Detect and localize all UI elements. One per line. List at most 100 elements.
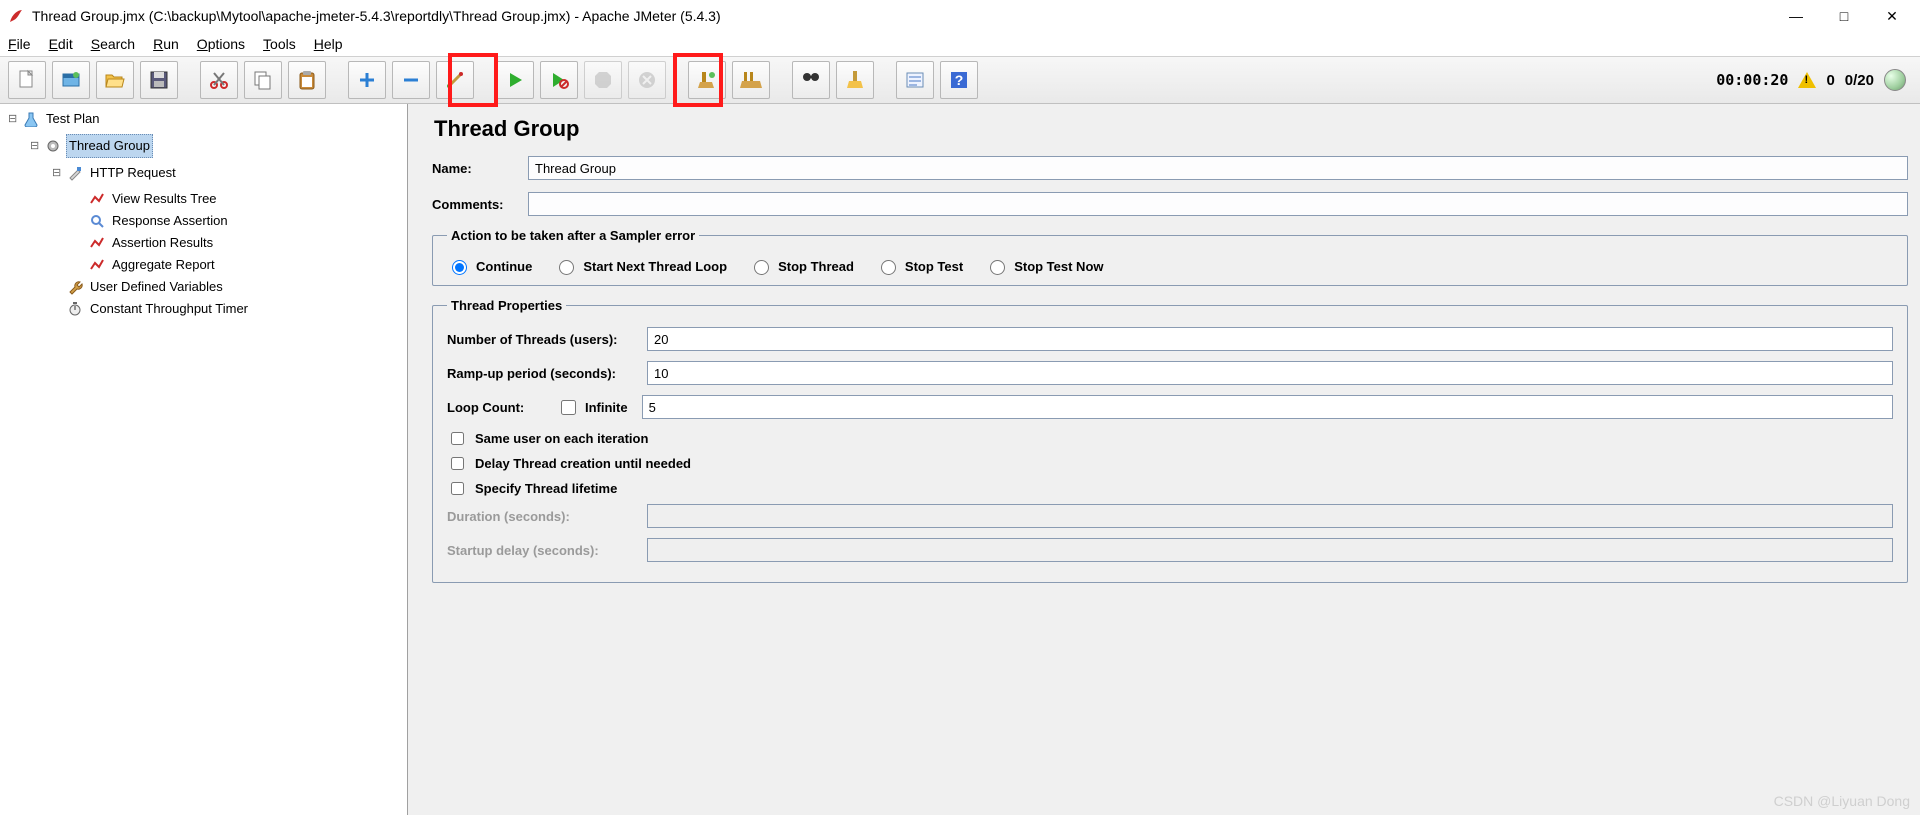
toolbar-status: 00:00:20 0 0/20 — [1716, 69, 1912, 91]
stop-button[interactable] — [584, 61, 622, 99]
lifetime-checkbox[interactable] — [451, 482, 464, 495]
start-button[interactable] — [496, 61, 534, 99]
new-button[interactable] — [8, 61, 46, 99]
maximize-button[interactable]: □ — [1832, 8, 1856, 25]
open-button[interactable] — [96, 61, 134, 99]
tree-aggregate-report[interactable]: Aggregate Report — [74, 254, 405, 276]
tree-label-aggregate-report: Aggregate Report — [110, 254, 217, 276]
gear-icon — [44, 137, 62, 155]
start-no-pauses-button[interactable] — [540, 61, 578, 99]
svg-text:?: ? — [955, 72, 964, 88]
paste-button[interactable] — [288, 61, 326, 99]
delay-creation-label: Delay Thread creation until needed — [475, 456, 691, 471]
tree-response-assertion[interactable]: Response Assertion — [74, 210, 405, 232]
wrench-icon — [66, 278, 84, 296]
tree-label-view-results-tree: View Results Tree — [110, 188, 219, 210]
toggle-button[interactable] — [436, 61, 474, 99]
menu-run-label: un — [163, 36, 179, 52]
collapse-remove-button[interactable] — [392, 61, 430, 99]
magnifier-icon — [88, 212, 106, 230]
menu-options[interactable]: Options — [197, 36, 245, 52]
num-threads-input[interactable] — [647, 327, 1893, 351]
expand-add-button[interactable] — [348, 61, 386, 99]
loop-count-label: Loop Count: — [447, 400, 557, 415]
tree-label-response-assertion: Response Assertion — [110, 210, 230, 232]
ramp-up-label: Ramp-up period (seconds): — [447, 366, 647, 381]
ramp-up-input[interactable] — [647, 361, 1893, 385]
help-button[interactable]: ? — [940, 61, 978, 99]
duration-label: Duration (seconds): — [447, 509, 647, 524]
tree-label-user-defined-variables: User Defined Variables — [88, 276, 225, 298]
menu-search-label: earch — [100, 36, 135, 52]
radio-stop-thread[interactable]: Stop Thread — [749, 257, 854, 275]
infinite-label: Infinite — [585, 400, 628, 415]
tree-test-plan[interactable]: ⊟ Test Plan ⊟ Thread Group ⊟ HTTP Reques… — [8, 108, 405, 320]
templates-button[interactable] — [52, 61, 90, 99]
tree-http-request[interactable]: ⊟ HTTP Request View Results Tree Respons… — [52, 162, 405, 276]
num-threads-label: Number of Threads (users): — [447, 332, 647, 347]
menu-file-label: ile — [17, 36, 31, 52]
tree-label-http-request: HTTP Request — [88, 162, 178, 184]
startup-delay-input — [647, 538, 1893, 562]
loop-count-input[interactable] — [642, 395, 1893, 419]
duration-input — [647, 504, 1893, 528]
menu-run[interactable]: Run — [153, 36, 179, 52]
menu-edit-label: dit — [58, 36, 73, 52]
tree-constant-throughput-timer[interactable]: Constant Throughput Timer — [52, 298, 405, 320]
warning-icon[interactable] — [1798, 72, 1816, 88]
tree-pane[interactable]: ⊟ Test Plan ⊟ Thread Group ⊟ HTTP Reques… — [0, 104, 408, 815]
chart-icon — [88, 234, 106, 252]
toggle-icon[interactable]: ⊟ — [8, 108, 18, 130]
reset-search-button[interactable] — [836, 61, 874, 99]
delay-creation-checkbox[interactable] — [451, 457, 464, 470]
save-button[interactable] — [140, 61, 178, 99]
clear-all-button[interactable] — [732, 61, 770, 99]
tree-thread-group[interactable]: ⊟ Thread Group ⊟ HTTP Request View Resul… — [30, 134, 405, 320]
window-title: Thread Group.jmx (C:\backup\Mytool\apach… — [32, 8, 1784, 24]
main-content: ⊟ Test Plan ⊟ Thread Group ⊟ HTTP Reques… — [0, 104, 1920, 815]
app-icon — [8, 8, 24, 24]
toolbar: ? 00:00:20 0 0/20 — [0, 56, 1920, 104]
tree-view-results-tree[interactable]: View Results Tree — [74, 188, 405, 210]
toggle-icon[interactable]: ⊟ — [30, 135, 40, 157]
tree-assertion-results[interactable]: Assertion Results — [74, 232, 405, 254]
thread-properties-legend: Thread Properties — [447, 298, 566, 313]
menu-edit[interactable]: Edit — [49, 36, 73, 52]
menu-help[interactable]: Help — [314, 36, 343, 52]
copy-button[interactable] — [244, 61, 282, 99]
infinite-checkbox[interactable]: Infinite — [557, 397, 628, 418]
radio-stop-test-now[interactable]: Stop Test Now — [985, 257, 1103, 275]
cut-button[interactable] — [200, 61, 238, 99]
radio-continue[interactable]: Continue — [447, 257, 532, 275]
search-button[interactable] — [792, 61, 830, 99]
menu-file[interactable]: File — [8, 36, 31, 52]
warning-count: 0 — [1826, 72, 1834, 89]
chart-icon — [88, 256, 106, 274]
name-input[interactable] — [528, 156, 1908, 180]
startup-delay-label: Startup delay (seconds): — [447, 543, 647, 558]
window-controls: — □ ✕ — [1784, 8, 1912, 25]
close-button[interactable]: ✕ — [1880, 8, 1904, 25]
comments-input[interactable] — [528, 192, 1908, 216]
minimize-button[interactable]: — — [1784, 8, 1808, 25]
flask-icon — [22, 110, 40, 128]
status-indicator-icon — [1884, 69, 1906, 91]
radio-start-next[interactable]: Start Next Thread Loop — [554, 257, 727, 275]
same-user-label: Same user on each iteration — [475, 431, 648, 446]
pipette-icon — [66, 164, 84, 182]
toggle-icon[interactable]: ⊟ — [52, 162, 62, 184]
menu-tools[interactable]: Tools — [263, 36, 296, 52]
menu-tools-label: ools — [270, 36, 296, 52]
same-user-checkbox[interactable] — [451, 432, 464, 445]
shutdown-button[interactable] — [628, 61, 666, 99]
menu-search[interactable]: Search — [91, 36, 135, 52]
radio-stop-test[interactable]: Stop Test — [876, 257, 963, 275]
tree-label-thread-group: Thread Group — [66, 134, 153, 158]
function-helper-button[interactable] — [896, 61, 934, 99]
radio-stop-test-now-label: Stop Test Now — [1014, 259, 1103, 274]
tree-label-test-plan: Test Plan — [44, 108, 101, 130]
sampler-error-legend: Action to be taken after a Sampler error — [447, 228, 699, 243]
clear-button[interactable] — [688, 61, 726, 99]
title-bar: Thread Group.jmx (C:\backup\Mytool\apach… — [0, 0, 1920, 32]
tree-user-defined-variables[interactable]: User Defined Variables — [52, 276, 405, 298]
